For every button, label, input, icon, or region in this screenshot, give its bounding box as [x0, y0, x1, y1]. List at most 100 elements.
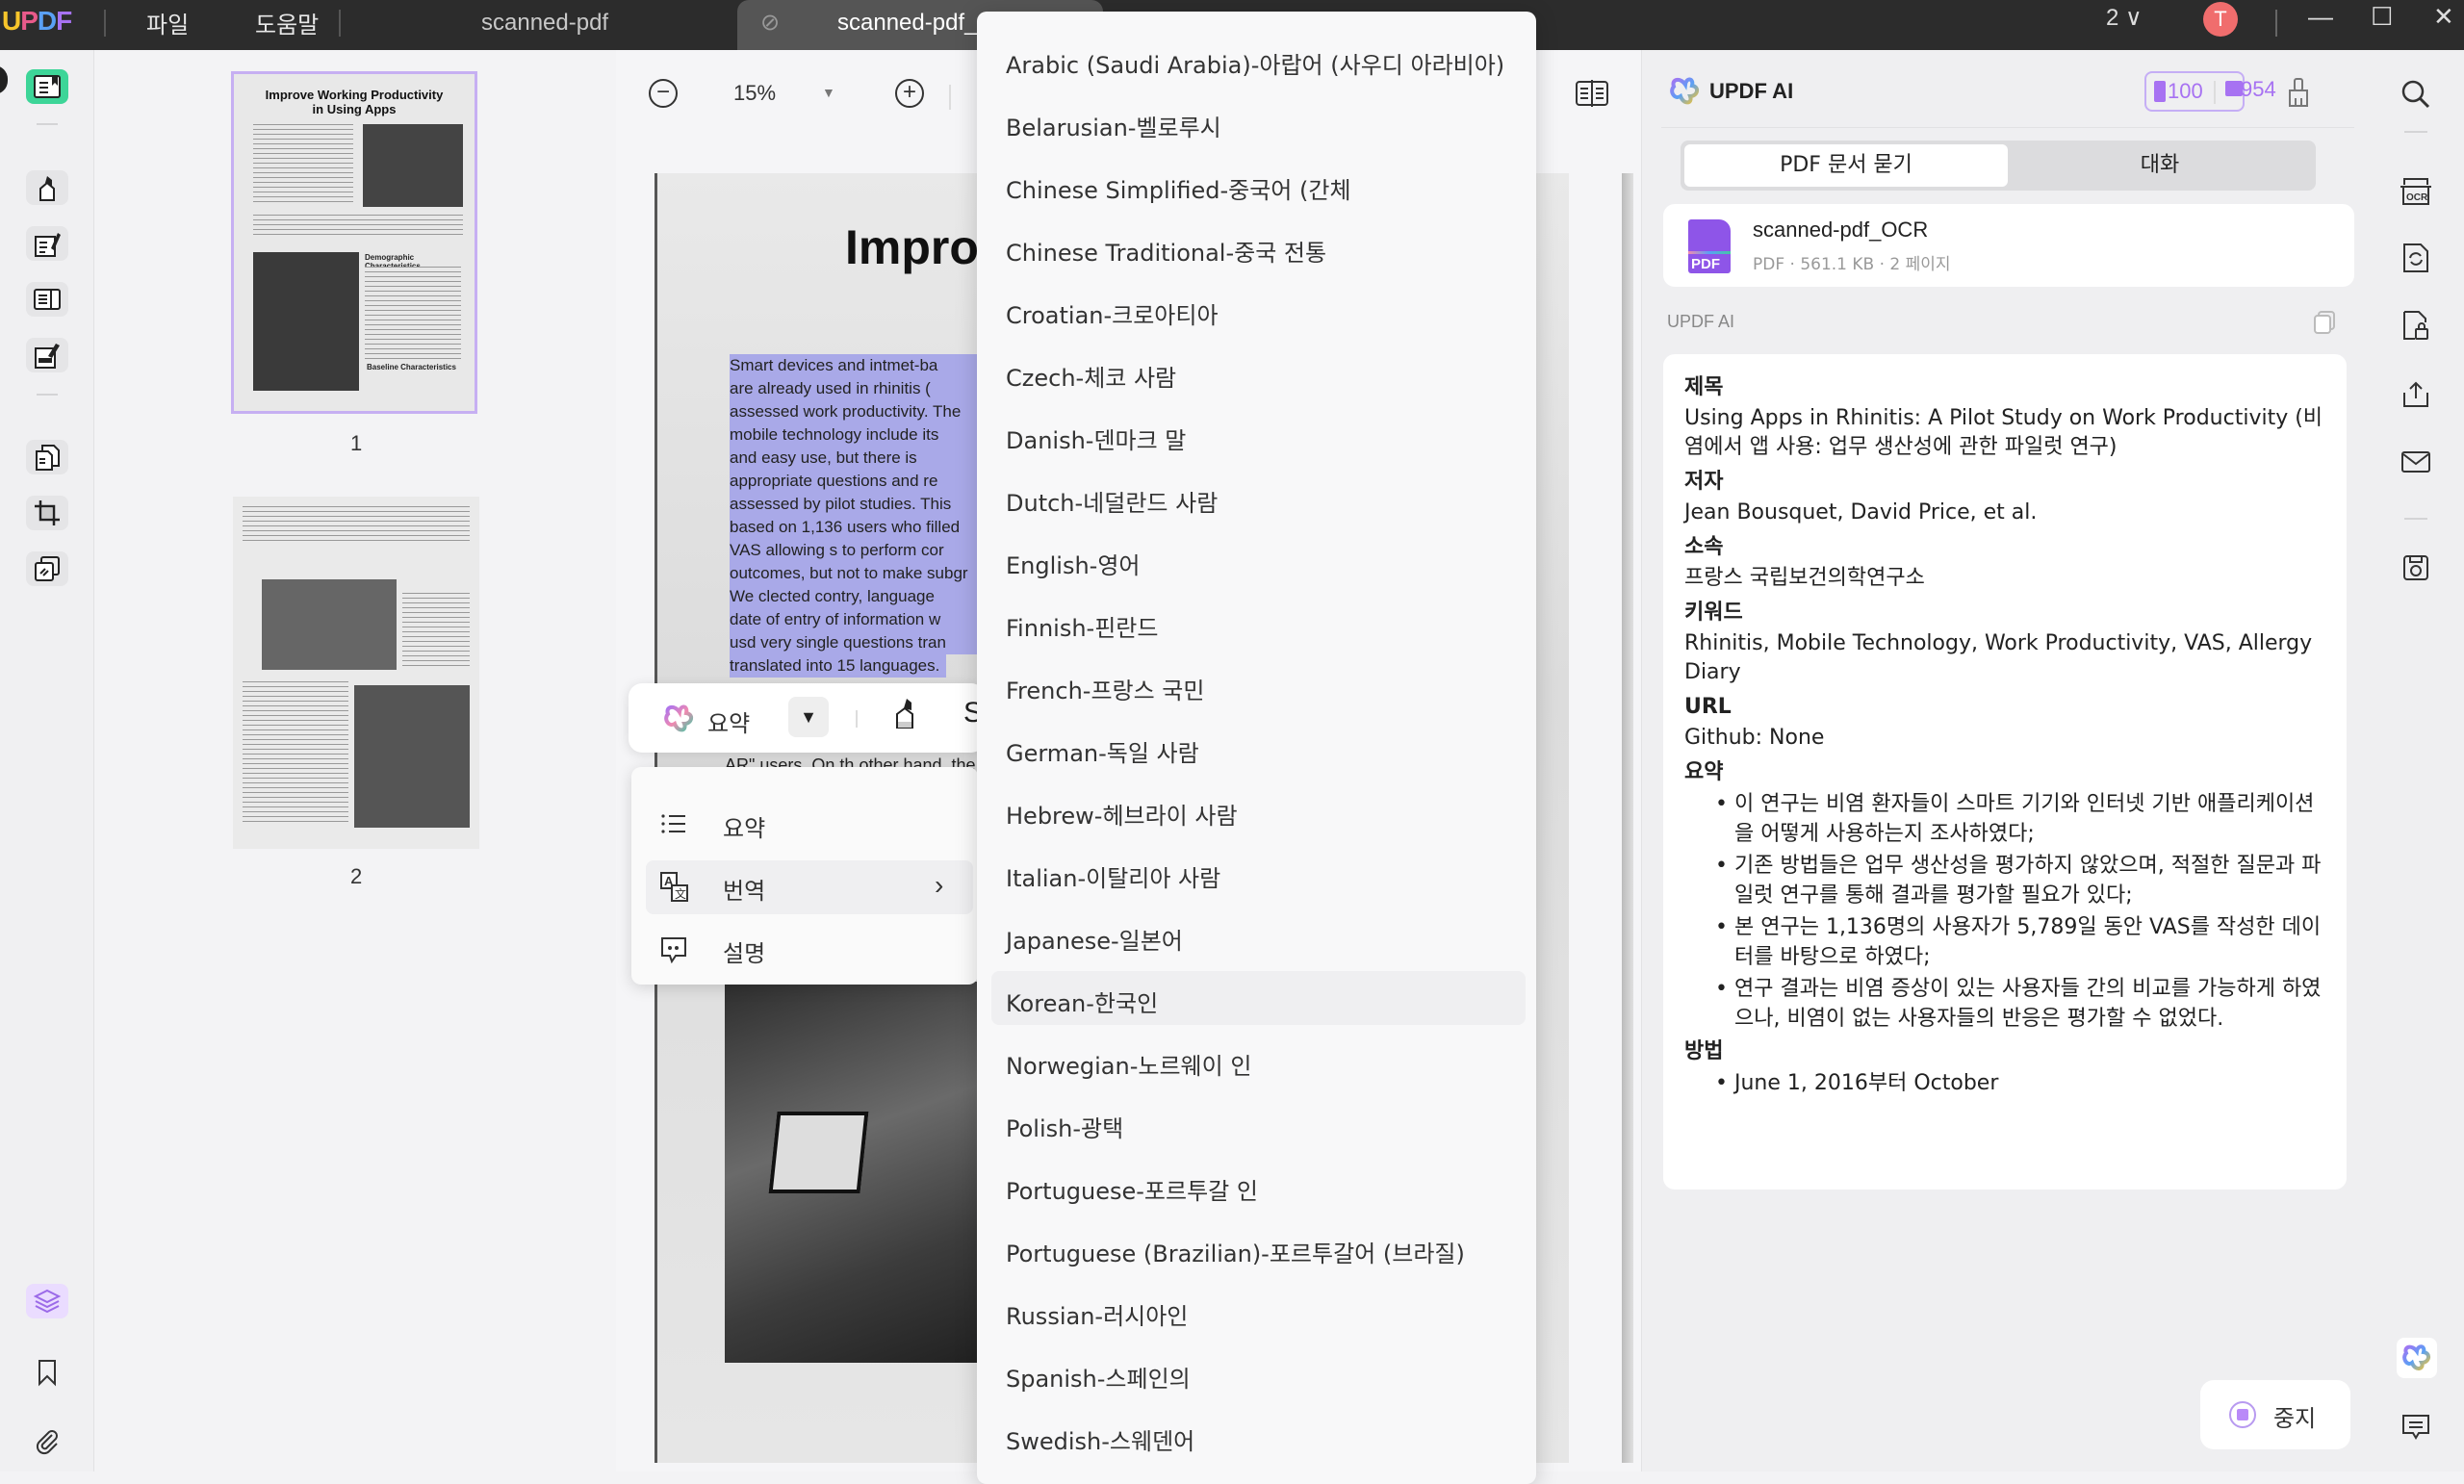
maximize-button[interactable]: ☐: [2371, 2, 2393, 32]
answer-heading: 요약: [1684, 760, 1724, 784]
page-view-button[interactable]: [1575, 79, 1609, 113]
credits-badge[interactable]: 100: [2144, 71, 2245, 112]
ai-summarize-button[interactable]: 요약: [663, 703, 750, 740]
comments-list-button[interactable]: [2397, 1407, 2435, 1446]
language-option[interactable]: Russian-러시아인: [1006, 1297, 1188, 1331]
lock-file-icon: [2403, 311, 2428, 340]
user-avatar[interactable]: T: [2199, 0, 2242, 38]
language-option[interactable]: Chinese Traditional-중국 전통: [1006, 234, 1326, 268]
tab-ask-pdf[interactable]: PDF 문서 묻기: [1684, 144, 2008, 187]
organize-pages-button[interactable]: [26, 440, 68, 474]
thumbnail-page-2[interactable]: [233, 497, 479, 849]
save-button[interactable]: [2397, 549, 2435, 587]
bookmark-button[interactable]: [28, 1353, 66, 1392]
crop-tool-button[interactable]: [26, 496, 68, 530]
left-toolbar: [0, 50, 94, 1471]
thumbnail-page-1[interactable]: Improve Working Productivity in Using Ap…: [231, 71, 477, 414]
selected-line: date of entry of information w: [730, 608, 1009, 631]
selected-line: usd very single questions tran: [730, 631, 1009, 654]
thumb-title: Improve Working Productivity in Using Ap…: [265, 88, 444, 116]
separator: [37, 123, 58, 125]
watermark-tool-button[interactable]: [26, 551, 68, 586]
zoom-out-button[interactable]: −: [649, 79, 678, 108]
answer-heading: URL: [1684, 695, 1732, 719]
language-option[interactable]: Croatian-크로아티아: [1006, 296, 1219, 330]
search-button[interactable]: [2397, 75, 2435, 114]
broom-icon: [2289, 78, 2308, 107]
menu-file[interactable]: 파일: [146, 6, 189, 39]
language-option[interactable]: Dutch-네덜란드 사람: [1006, 484, 1218, 518]
language-option[interactable]: Portuguese (Brazilian)-포르투갈어 (브라질): [1006, 1235, 1465, 1268]
selected-text-block[interactable]: Smart devices and intmet-ba are already …: [730, 354, 1009, 678]
menu-item-translate[interactable]: A文 번역 ›: [646, 860, 973, 914]
svg-text:文: 文: [675, 886, 686, 901]
language-option[interactable]: Arabic (Saudi Arabia)-아랍어 (사우디 아라비아): [1006, 46, 1504, 80]
language-option[interactable]: English-영어: [1006, 547, 1140, 580]
collapse-handle[interactable]: [0, 65, 8, 94]
thumb-text-block: [253, 215, 463, 238]
attachment-button[interactable]: [28, 1422, 66, 1461]
thumb-section: Baseline Characteristics: [367, 363, 456, 371]
zoom-level[interactable]: 15%: [733, 81, 776, 106]
comment-tool-button[interactable]: [26, 170, 68, 205]
layers-icon: [33, 1289, 62, 1314]
share-button[interactable]: [2397, 375, 2435, 414]
email-button[interactable]: [2397, 443, 2435, 481]
reader-mode-button[interactable]: [26, 69, 68, 104]
selected-line: Smart devices and intmet-ba: [730, 354, 1009, 377]
language-option[interactable]: Korean-한국인: [1006, 985, 1158, 1018]
svg-text:OCR: OCR: [2406, 192, 2428, 203]
convert-button[interactable]: [2397, 239, 2435, 277]
protect-button[interactable]: [2397, 306, 2435, 345]
language-option[interactable]: Italian-이탈리아 사람: [1006, 859, 1220, 893]
form-tool-button[interactable]: [26, 282, 68, 317]
layers-button[interactable]: [26, 1284, 68, 1318]
menu-item-summarize[interactable]: 요약: [646, 798, 973, 852]
summary-list: 이 연구는 비염 환자들이 스마트 기기와 인터넷 기반 애플리케이션을 어떻게…: [1684, 789, 2325, 1034]
language-option[interactable]: Swedish-스웨덴어: [1006, 1422, 1194, 1456]
close-button[interactable]: ✕: [2433, 2, 2454, 32]
language-option[interactable]: Chinese Simplified-중국어 (간체: [1006, 171, 1351, 205]
menu-help[interactable]: 도움말: [255, 6, 319, 39]
language-option[interactable]: Finnish-핀란드: [1006, 609, 1158, 643]
menu-item-label: 번역: [723, 878, 766, 905]
ocr-button[interactable]: OCR: [2397, 171, 2435, 210]
language-option[interactable]: French-프랑스 국민: [1006, 672, 1204, 705]
language-option[interactable]: Japanese-일본어: [1006, 922, 1183, 956]
search-icon: [2401, 80, 2430, 109]
language-option[interactable]: German-독일 사람: [1006, 734, 1199, 768]
logo-letter: D: [37, 6, 57, 36]
sign-tool-button[interactable]: [26, 338, 68, 372]
language-option[interactable]: Norwegian-노르웨이 인: [1006, 1047, 1251, 1081]
zoom-in-button[interactable]: +: [895, 79, 924, 108]
divider: [104, 10, 106, 37]
summary-bullet: 연구 결과는 비염 증상이 있는 사용자들 간의 비교를 가능하게 하였으나, …: [1715, 974, 2325, 1034]
language-option[interactable]: Polish-광택: [1006, 1110, 1123, 1143]
language-option[interactable]: Portuguese-포르투갈 인: [1006, 1172, 1258, 1206]
highlight-button[interactable]: [892, 697, 921, 734]
document-credits-count: 100: [2168, 79, 2203, 103]
language-option[interactable]: Hebrew-헤브라이 사람: [1006, 797, 1238, 831]
tab-scanned-pdf[interactable]: scanned-pdf: [481, 0, 608, 50]
signature-icon: [35, 344, 60, 369]
menu-item-explain[interactable]: 설명: [646, 923, 973, 977]
language-option[interactable]: Danish-덴마크 말: [1006, 422, 1186, 455]
minimize-button[interactable]: —: [2308, 2, 2333, 32]
selected-line: VAS allowing s to perform cor: [730, 539, 1009, 562]
language-option[interactable]: Czech-체코 사람: [1006, 359, 1176, 393]
clear-chat-button[interactable]: [2287, 77, 2310, 113]
copy-answer-button[interactable]: [2312, 310, 2337, 340]
updf-ai-toggle-button[interactable]: [2397, 1338, 2437, 1378]
chevron-right-icon: ›: [935, 870, 944, 900]
thumbnail-page-number: 2: [350, 864, 363, 888]
language-option[interactable]: Spanish-스페인의: [1006, 1360, 1191, 1394]
language-option[interactable]: Belarusian-벨로루시: [1006, 109, 1221, 142]
ai-options-dropdown[interactable]: ▼: [788, 697, 829, 737]
zoom-dropdown-icon[interactable]: ▼: [822, 85, 835, 100]
stop-generating-button[interactable]: 중지: [2200, 1380, 2350, 1449]
window-count-selector[interactable]: 2 ∨: [2106, 4, 2143, 32]
updf-logo[interactable]: UPDF: [2, 6, 72, 37]
edit-pdf-button[interactable]: [26, 226, 68, 261]
edit-text-icon: [35, 233, 61, 257]
tab-chat[interactable]: 대화: [2008, 144, 2312, 187]
